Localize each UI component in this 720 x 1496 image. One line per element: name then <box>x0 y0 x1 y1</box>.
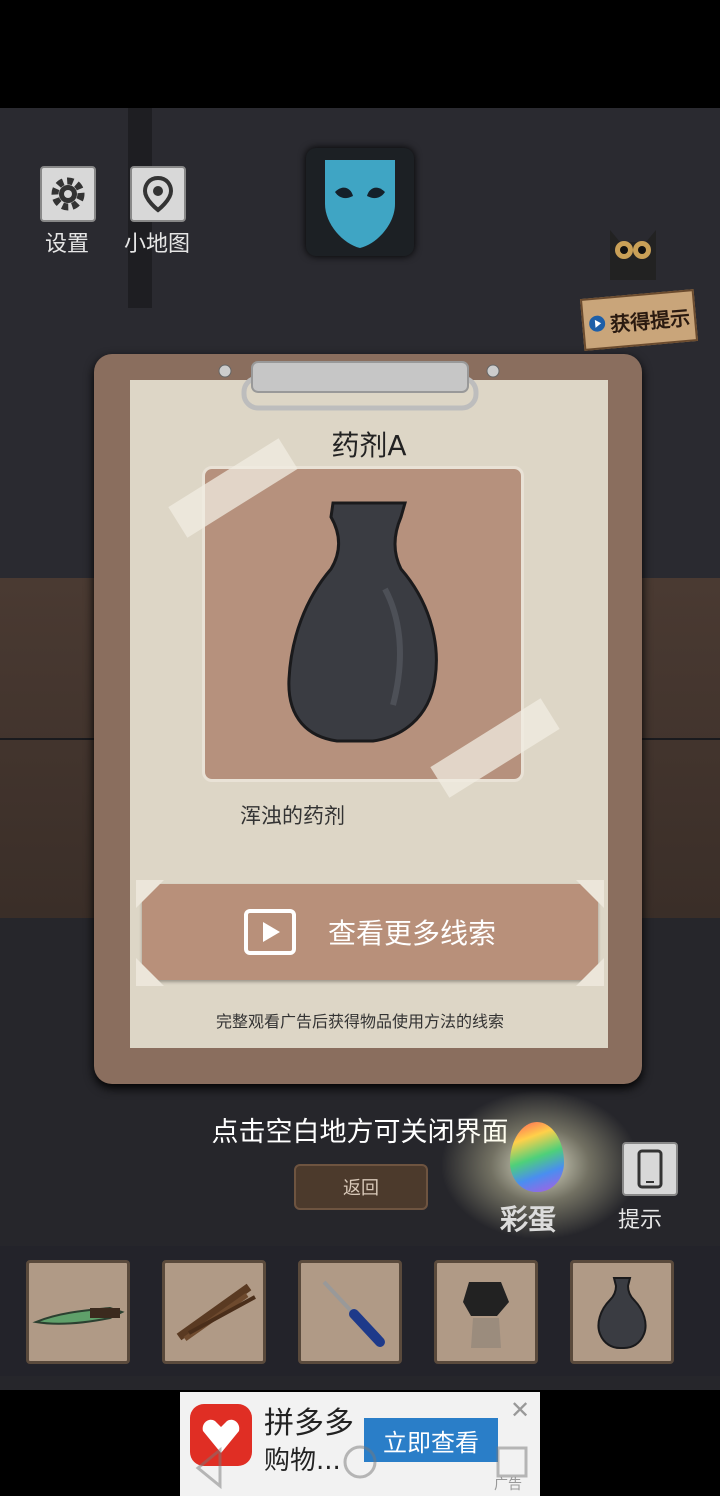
glove-icon <box>463 1282 509 1348</box>
map-pin-icon <box>142 175 174 213</box>
ad-tag: 广告 <box>494 1477 522 1493</box>
clue-note: 完整观看广告后获得物品使用方法的线索 <box>215 1012 504 1031</box>
corner-ornament <box>576 958 604 986</box>
item-image-frame <box>202 466 524 782</box>
screwdriver-icon <box>322 1280 385 1347</box>
corner-ornament <box>136 880 164 908</box>
hint-button[interactable] <box>622 1142 678 1196</box>
view-more-clues-button[interactable]: 查看更多线索 <box>142 884 598 980</box>
settings-button[interactable] <box>40 166 96 222</box>
minimap-button[interactable] <box>130 166 186 222</box>
knife-icon <box>32 1306 125 1325</box>
hint-label: 提示 <box>618 1208 663 1233</box>
vase-icon <box>287 501 438 743</box>
view-more-clues-label: 查看更多线索 <box>327 917 496 950</box>
back-button[interactable]: 返回 <box>294 1164 428 1210</box>
ad-title: 拼多多 <box>264 1406 354 1441</box>
get-hint-button[interactable]: 获得提示 <box>579 289 699 351</box>
item-title: 药剂A <box>331 429 407 462</box>
easter-egg-label: 彩蛋 <box>500 1203 557 1236</box>
clipboard-clip <box>241 361 479 411</box>
ad-subtitle: 购物... <box>264 1446 341 1476</box>
item-description: 浑浊的药剂 <box>240 804 345 828</box>
ad-banner[interactable]: 拼多多 购物... 立即查看 ✕ 广告 <box>180 1392 540 1496</box>
mask-icon <box>325 160 395 248</box>
gear-icon <box>51 177 85 211</box>
get-hint-label: 获得提示 <box>609 305 691 336</box>
inventory-slot[interactable] <box>26 1260 130 1364</box>
inventory-slot[interactable] <box>162 1260 266 1364</box>
inventory-slot[interactable] <box>298 1260 402 1364</box>
play-circle-icon <box>589 315 606 332</box>
phone-icon <box>637 1149 663 1189</box>
character-mask[interactable] <box>306 148 414 256</box>
settings-label: 设置 <box>44 232 89 257</box>
ad-close-icon[interactable]: ✕ <box>510 1396 530 1424</box>
back-label: 返回 <box>343 1178 379 1199</box>
corner-ornament <box>576 880 604 908</box>
corner-ornament <box>136 958 164 986</box>
pinduoduo-logo-icon <box>190 1404 252 1466</box>
minimap-label: 小地图 <box>123 232 190 257</box>
screw-icon <box>486 364 500 378</box>
vase-icon <box>597 1277 647 1349</box>
video-play-icon <box>243 909 296 955</box>
twig-bundle-icon <box>176 1283 256 1342</box>
inventory-slot[interactable] <box>434 1260 538 1364</box>
ad-cta-button[interactable]: 立即查看 <box>364 1418 498 1462</box>
owl-icon <box>610 230 656 280</box>
screw-icon <box>218 364 232 378</box>
inventory-slot[interactable] <box>570 1260 674 1364</box>
